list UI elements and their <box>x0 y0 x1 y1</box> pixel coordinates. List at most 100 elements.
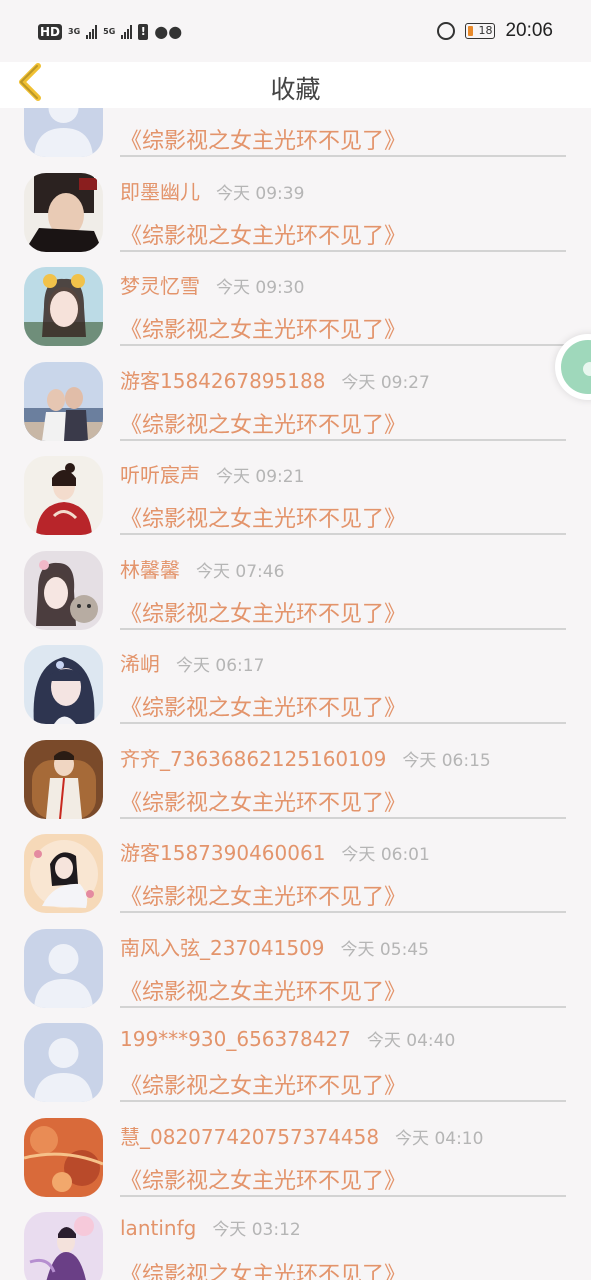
clock-time: 20:06 <box>505 20 553 41</box>
timestamp: 今天 09:21 <box>216 467 305 487</box>
timestamp: 今天 05:45 <box>340 939 429 960</box>
book-title: 《综影视之女主光环不见了》 <box>120 223 407 249</box>
network-3g-label: 3G <box>68 26 81 36</box>
timestamp: 今天 04:10 <box>395 1128 484 1149</box>
avatar[interactable] <box>24 267 103 346</box>
list-item[interactable]: 游客1587390460061 今天 06:01 《综影视之女主光环不见了》 <box>0 834 591 929</box>
battery-level: 18 <box>478 24 493 37</box>
page-title: 收藏 <box>270 75 321 104</box>
row-meta: 梦灵忆雪 今天 09:30 <box>120 270 304 299</box>
timestamp: 今天 06:15 <box>402 750 491 771</box>
avatar[interactable] <box>24 1212 103 1280</box>
user-name: 梦灵忆雪 <box>120 274 200 298</box>
network-5g-label: 5G <box>103 26 116 36</box>
book-title: 《综影视之女主光环不见了》 <box>120 412 407 438</box>
avatar[interactable] <box>24 172 103 252</box>
alarm-icon <box>437 22 456 40</box>
row-divider <box>120 155 566 157</box>
user-name: 浠岄 <box>120 652 160 676</box>
book-title: 《综影视之女主光环不见了》 <box>120 129 407 154</box>
avatar[interactable] <box>24 928 103 1008</box>
book-title: 《综影视之女主光环不见了》 <box>120 601 407 627</box>
row-divider <box>120 627 566 630</box>
list-item[interactable]: 梦灵忆雪 今天 09:30 《综影视之女主光环不见了》 <box>0 267 591 362</box>
timestamp: 今天 07:46 <box>196 561 285 582</box>
timestamp: 今天 06:01 <box>341 845 430 865</box>
row-divider <box>120 1005 566 1008</box>
list-item[interactable]: 林馨馨 今天 07:46 《综影视之女主光环不见了》 <box>0 550 591 646</box>
list-item[interactable]: 199***930_656378427 今天 04:40 《综影视之女主光环不见了》 <box>0 1023 591 1118</box>
row-meta: 慧_082077420757374458 今天 04:10 <box>120 1121 483 1150</box>
row-meta: 南风入弦_237041509 今天 05:45 <box>120 932 429 961</box>
book-title: 《综影视之女主光环不见了》 <box>120 1168 407 1194</box>
row-divider <box>120 438 566 441</box>
book-title: 《综影视之女主光环不见了》 <box>120 1263 407 1280</box>
signal-icon <box>86 24 98 39</box>
alert-icon: ! <box>138 23 149 40</box>
avatar[interactable] <box>24 361 103 441</box>
row-meta: 齐齐_73636862125160109 今天 06:15 <box>120 743 491 772</box>
avatar[interactable] <box>24 834 103 913</box>
book-title: 《综影视之女主光环不见了》 <box>120 885 407 910</box>
row-divider <box>120 1100 566 1102</box>
book-title: 《综影视之女主光环不见了》 <box>120 318 407 343</box>
list-item[interactable]: 慧_082077420757374458 今天 04:10 《综影视之女主光环不见了… <box>0 1117 591 1213</box>
list-item[interactable]: 听听宸声 今天 09:21 《综影视之女主光环不见了》 <box>0 456 591 551</box>
avatar[interactable] <box>24 645 103 724</box>
avatar[interactable] <box>24 550 103 630</box>
row-meta: 游客1584267895188 今天 09:27 <box>120 365 430 394</box>
timestamp: 今天 06:17 <box>176 656 265 676</box>
avatar[interactable] <box>24 1117 103 1197</box>
row-divider <box>120 344 566 346</box>
user-name: 慧_082077420757374458 <box>120 1124 380 1149</box>
timestamp: 今天 09:39 <box>216 183 305 204</box>
timestamp: 今天 09:27 <box>341 372 430 393</box>
user-name: 听听宸声 <box>120 463 200 487</box>
list-item[interactable]: 南风入弦_237041509 今天 05:45 《综影视之女主光环不见了》 <box>0 928 591 1024</box>
row-meta: 游客1587390460061 今天 06:01 <box>120 837 430 866</box>
signal-icon-2 <box>121 24 133 39</box>
book-title: 《综影视之女主光环不见了》 <box>120 979 407 1005</box>
row-meta: 即墨幽儿 今天 09:39 <box>120 176 304 205</box>
user-name: 199***930_656378427 <box>120 1027 351 1051</box>
user-name: 齐齐_73636862125160109 <box>120 746 387 771</box>
avatar[interactable] <box>24 1023 103 1102</box>
row-meta: 浠岄 今天 06:17 <box>120 648 264 677</box>
row-divider <box>120 816 566 819</box>
book-title: 《综影视之女主光环不见了》 <box>120 696 407 721</box>
list-item[interactable]: 齐齐_73636862125160109 今天 06:15 《综影视之女主光环不见了… <box>0 739 591 835</box>
row-divider <box>120 1194 566 1197</box>
timestamp: 今天 04:40 <box>366 1031 456 1051</box>
hd-icon: HD <box>38 23 63 40</box>
row-divider <box>120 249 566 252</box>
list-item[interactable]: 游客1584267895188 今天 09:27 《综影视之女主光环不见了》 <box>0 361 591 457</box>
row-meta: 林馨馨 今天 07:46 <box>120 554 284 583</box>
timestamp: 今天 03:12 <box>212 1220 301 1240</box>
user-name: 游客1587390460061 <box>120 841 326 865</box>
user-name: 即墨幽儿 <box>120 179 200 204</box>
app-screen: HD 3G 5G ! ●● 18 20:06 收藏 《综影视之女主光环不见了》 … <box>0 0 591 1280</box>
user-name: 游客1584267895188 <box>120 368 326 393</box>
row-divider <box>120 911 566 913</box>
user-name: 南风入弦_237041509 <box>120 935 325 960</box>
book-title: 《综影视之女主光环不见了》 <box>120 1074 407 1099</box>
user-name: lantinfg <box>120 1216 197 1240</box>
user-name: 林馨馨 <box>120 557 180 582</box>
row-meta: lantinfg 今天 03:12 <box>120 1215 301 1240</box>
status-left: HD 3G 5G ! ●● <box>38 22 182 41</box>
status-bar: HD 3G 5G ! ●● 18 20:06 <box>0 0 591 62</box>
row-meta: 199***930_656378427 今天 04:40 <box>120 1026 455 1051</box>
wechat-icon: ●● <box>154 22 183 41</box>
book-title: 《综影视之女主光环不见了》 <box>120 790 407 816</box>
row-divider <box>120 533 566 535</box>
floating-bubble-icon <box>561 340 591 394</box>
list-item[interactable]: 浠岄 今天 06:17 《综影视之女主光环不见了》 <box>0 645 591 740</box>
list-item[interactable]: 即墨幽儿 今天 09:39 《综影视之女主光环不见了》 <box>0 172 591 268</box>
avatar[interactable] <box>24 456 103 535</box>
status-right: 18 20:06 <box>437 20 553 42</box>
list-item[interactable]: lantinfg 今天 03:12 《综影视之女主光环不见了》 <box>0 1212 591 1280</box>
avatar[interactable] <box>24 739 103 819</box>
top-bar: 收藏 <box>0 56 591 108</box>
row-divider <box>120 722 566 724</box>
book-title: 《综影视之女主光环不见了》 <box>120 507 407 532</box>
